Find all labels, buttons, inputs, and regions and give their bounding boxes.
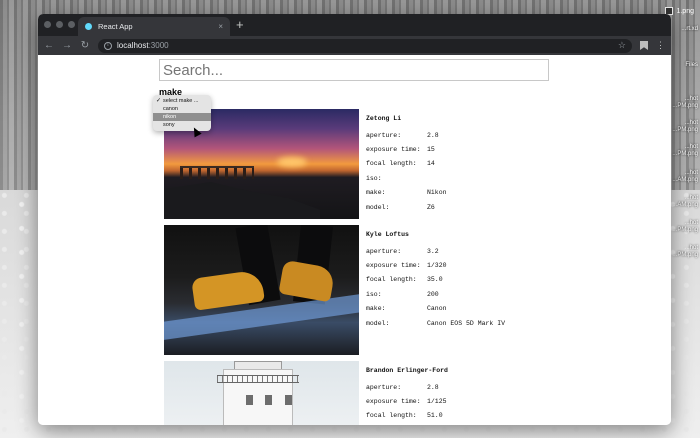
browser-window: React App × + ← → ↻ i localhost:3000 ☆ ⋮… — [38, 14, 671, 425]
aperture-value: 2.8 — [427, 383, 439, 391]
iso-label: iso: — [366, 290, 382, 298]
make-option-sony[interactable]: sony — [153, 121, 211, 129]
minimize-window-button[interactable] — [56, 21, 63, 28]
exposure-label: exposure time: — [366, 398, 421, 406]
url-text: localhost:3000 — [117, 41, 618, 50]
make-label: make: — [366, 305, 386, 313]
exposure-value: 1/125 — [427, 398, 447, 406]
exposure-value: 1/320 — [427, 262, 447, 270]
tab-title: React App — [98, 22, 133, 31]
aperture-row: aperture: 3.2 — [366, 244, 505, 258]
url-port: :3000 — [148, 41, 169, 50]
model-label: model: — [366, 203, 390, 211]
bookmark-extension-icon[interactable] — [640, 41, 648, 50]
photo-author: Brandon Erlinger-Ford — [366, 367, 448, 374]
browser-toolbar: ← → ↻ i localhost:3000 ☆ ⋮ — [38, 36, 671, 55]
back-arrow-icon[interactable]: ← — [44, 40, 54, 51]
aperture-row: aperture: 2.8 — [366, 380, 448, 394]
aperture-label: aperture: — [366, 247, 402, 255]
photo-metadata: Brandon Erlinger-Ford aperture: 2.8 expos… — [366, 361, 448, 425]
bookmark-star-icon[interactable]: ☆ — [618, 40, 626, 51]
forward-arrow-icon[interactable]: → — [62, 40, 72, 51]
maximize-window-button[interactable] — [68, 21, 75, 28]
focal-row: focal length: 51.0 — [366, 409, 448, 423]
make-label: make: — [366, 189, 386, 197]
address-bar[interactable]: i localhost:3000 ☆ — [98, 38, 632, 53]
reload-icon[interactable]: ↻ — [80, 40, 90, 51]
photo-author: Zetong Li — [366, 115, 402, 122]
photo-card[interactable]: Kyle Loftus aperture: 3.2 exposure time: 1… — [164, 225, 505, 355]
model-row: model: Canon EOS 5D Mark IV — [366, 316, 505, 330]
photo-author: Kyle Loftus — [366, 231, 409, 238]
make-row: make: Canon — [366, 302, 505, 316]
make-option-nikon[interactable]: nikon — [153, 113, 211, 121]
site-info-icon[interactable]: i — [104, 41, 112, 50]
aperture-value: 2.8 — [427, 131, 439, 139]
model-value: Canon EOS 5D Mark IV — [427, 319, 506, 327]
bridge-silhouette — [179, 166, 254, 180]
aperture-row: aperture: 2.8 — [366, 128, 447, 142]
make-option-select[interactable]: select make ... — [153, 97, 211, 105]
new-tab-button[interactable]: + — [236, 17, 244, 33]
focal-label: focal length: — [366, 412, 417, 420]
exposure-row: exposure time: 1/125 — [366, 394, 448, 408]
aperture-value: 3.2 — [427, 247, 439, 255]
make-select-dropdown[interactable]: select make ... canon nikon sony — [153, 95, 211, 131]
focal-label: focal length: — [366, 276, 417, 284]
photo-card[interactable]: Brandon Erlinger-Ford aperture: 2.8 expos… — [164, 361, 448, 425]
close-window-button[interactable] — [44, 21, 51, 28]
focal-label: focal length: — [366, 160, 417, 168]
tower-window — [265, 395, 273, 405]
aperture-label: aperture: — [366, 383, 402, 391]
tab-react-app[interactable]: React App × — [78, 17, 230, 36]
boot-shape — [191, 269, 266, 312]
iso-value: 200 — [427, 290, 439, 298]
photo-image[interactable] — [164, 225, 359, 355]
tab-close-button[interactable]: × — [218, 22, 223, 31]
iso-row: iso: — [366, 171, 447, 185]
tower-railing — [216, 375, 299, 383]
search-input[interactable] — [159, 59, 549, 81]
tower-window — [284, 395, 292, 405]
iso-row: iso: 200 — [366, 287, 505, 301]
model-value: Z6 — [427, 203, 435, 211]
tab-bar: React App × + — [38, 14, 671, 36]
iso-label: iso: — [366, 174, 382, 182]
model-label: model: — [366, 319, 390, 327]
more-menu-icon[interactable]: ⋮ — [656, 40, 665, 51]
url-host: localhost — [117, 41, 149, 50]
focal-value: 51.0 — [427, 412, 443, 420]
page-content: make select make ... canon nikon sony Ze… — [38, 55, 671, 425]
focal-value: 35.0 — [427, 276, 443, 284]
photo-image[interactable] — [164, 361, 359, 425]
photo-metadata: Kyle Loftus aperture: 3.2 exposure time: 1… — [366, 225, 505, 355]
make-option-canon[interactable]: canon — [153, 105, 211, 113]
exposure-label: exposure time: — [366, 146, 421, 154]
window-controls — [44, 21, 75, 28]
model-row: model: Z6 — [366, 200, 447, 214]
sun-glow — [277, 157, 308, 168]
make-value: Nikon — [427, 189, 447, 197]
focal-row: focal length: 14 — [366, 157, 447, 171]
make-value: Canon — [427, 305, 447, 313]
focal-value: 14 — [427, 160, 435, 168]
exposure-value: 15 — [427, 146, 435, 154]
photo-metadata: Zetong Li aperture: 2.8 exposure time: 15 … — [366, 109, 447, 219]
focal-row: focal length: 35.0 — [366, 273, 505, 287]
react-favicon-icon — [85, 23, 92, 30]
exposure-row: exposure time: 1/320 — [366, 258, 505, 272]
exposure-label: exposure time: — [366, 262, 421, 270]
make-row: make: Nikon — [366, 186, 447, 200]
tower-window — [245, 395, 253, 405]
exposure-row: exposure time: 15 — [366, 142, 447, 156]
aperture-label: aperture: — [366, 131, 402, 139]
hill-silhouette — [164, 182, 320, 219]
